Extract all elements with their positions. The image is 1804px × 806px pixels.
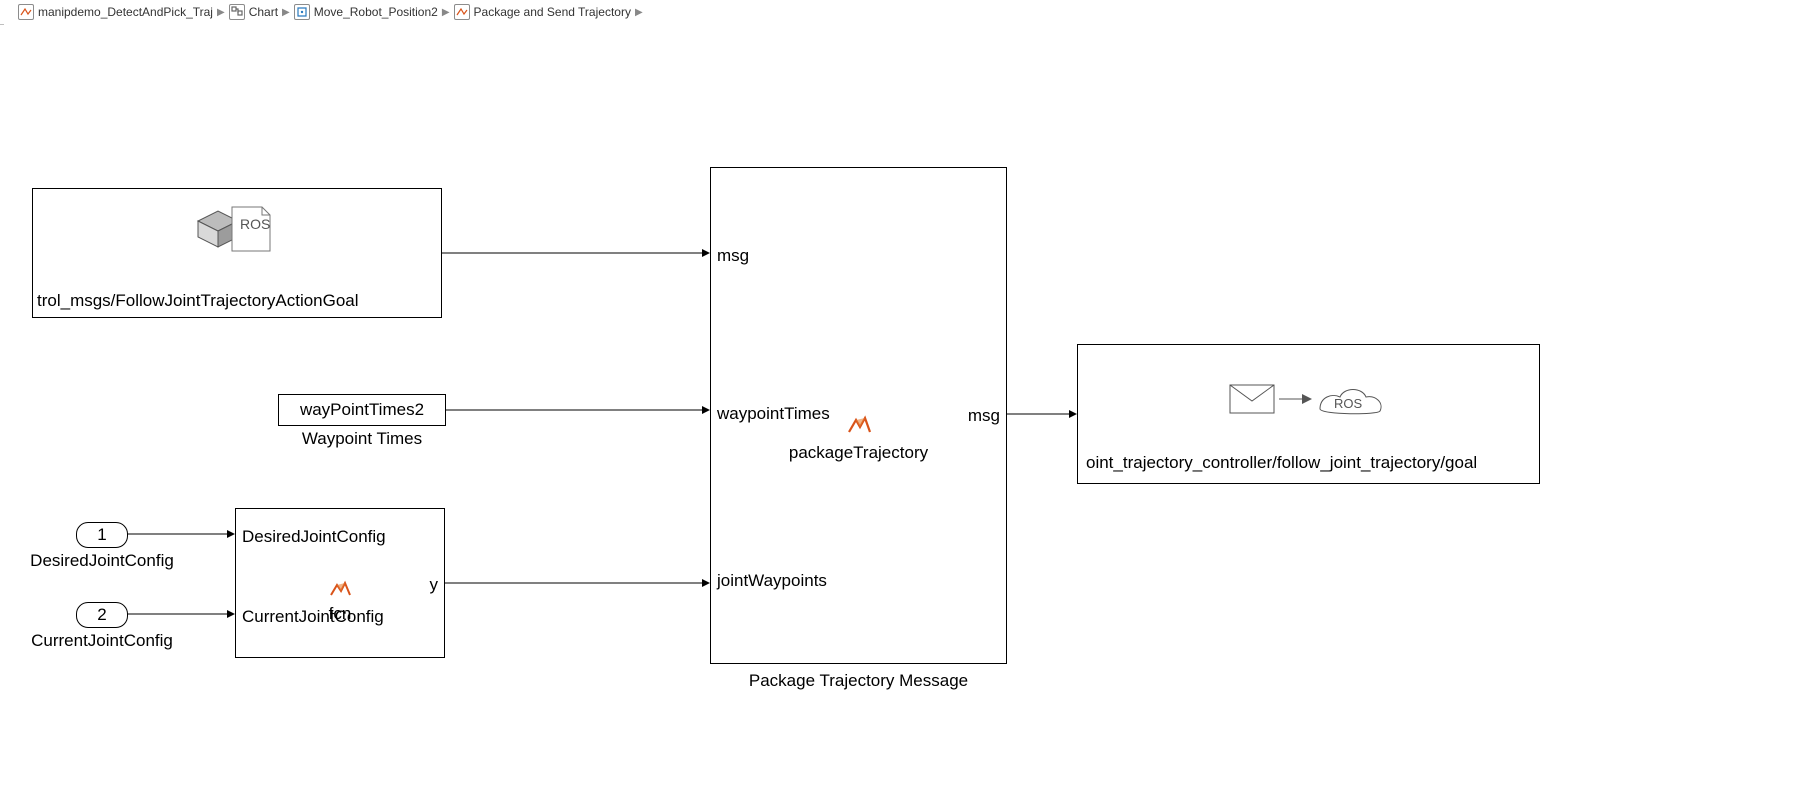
matlab-icon (328, 579, 352, 599)
inport-1-label: DesiredJointConfig (22, 551, 182, 571)
package-trajectory-title: Package Trajectory Message (710, 671, 1007, 691)
ros-msg-caption: trol_msgs/FollowJointTrajectoryActionGoa… (37, 291, 359, 311)
ros-publish-topic: oint_trajectory_controller/follow_joint_… (1086, 453, 1477, 473)
simulink-editor-canvas: manipdemo_DetectAndPick_Traj ▶ Chart ▶ M… (0, 0, 1804, 806)
package-trajectory-block[interactable]: msg waypointTimes jointWaypoints msg pac… (710, 167, 1007, 664)
breadcrumb-item-0[interactable]: manipdemo_DetectAndPick_Traj (18, 2, 213, 22)
inport-1[interactable]: 1 (76, 522, 128, 548)
breadcrumb-label: Move_Robot_Position2 (314, 5, 438, 19)
chart-icon (229, 4, 245, 20)
pkg-inport-jointwaypoints: jointWaypoints (717, 571, 827, 591)
breadcrumb: manipdemo_DetectAndPick_Traj ▶ Chart ▶ M… (0, 0, 1804, 25)
inport-2-label: CurrentJointConfig (22, 631, 182, 651)
chevron-right-icon: ▶ (635, 7, 643, 18)
subsystem-icon (454, 4, 470, 20)
breadcrumb-label: Chart (249, 5, 278, 19)
svg-text:ROS: ROS (1334, 396, 1363, 411)
chevron-right-icon: ▶ (282, 7, 290, 18)
waypoint-times-title: Waypoint Times (278, 429, 446, 449)
fcn-icon-area: fcn (236, 579, 444, 624)
subsystem-icon (294, 4, 310, 20)
inport-2[interactable]: 2 (76, 602, 128, 628)
ros-publish-block[interactable]: ROS oint_trajectory_controller/follow_jo… (1077, 344, 1540, 484)
ros-msg-icon: ROS (192, 199, 282, 264)
matlab-icon (846, 414, 872, 436)
breadcrumb-label: Package and Send Trajectory (474, 5, 631, 19)
chevron-right-icon: ▶ (217, 7, 225, 18)
breadcrumb-item-2[interactable]: Move_Robot_Position2 (294, 2, 438, 22)
inport-2-num: 2 (97, 605, 106, 625)
fcn-name: fcn (236, 604, 444, 624)
inport-1-num: 1 (97, 525, 106, 545)
breadcrumb-item-3[interactable]: Package and Send Trajectory (454, 2, 631, 22)
breadcrumb-item-1[interactable]: Chart (229, 2, 278, 22)
ros-blank-msg-block[interactable]: ROS trol_msgs/FollowJointTrajectoryActio… (32, 188, 442, 318)
ros-publish-icon: ROS (1224, 375, 1394, 428)
ros-label: ROS (240, 216, 270, 232)
waypoint-times-block[interactable]: wayPointTimes2 (278, 394, 446, 426)
breadcrumb-label: manipdemo_DetectAndPick_Traj (38, 5, 213, 19)
palette-strip[interactable] (4, 24, 23, 806)
waypoint-times-value: wayPointTimes2 (300, 400, 424, 420)
chevron-right-icon: ▶ (442, 7, 450, 18)
diagram-canvas[interactable]: ROS trol_msgs/FollowJointTrajectoryActio… (22, 24, 1804, 806)
fcn-inport-1: DesiredJointConfig (242, 527, 386, 547)
model-icon (18, 4, 34, 20)
pkg-icon-area: packageTrajectory (711, 414, 1006, 463)
pkg-name: packageTrajectory (711, 443, 1006, 463)
matlab-fcn-block[interactable]: DesiredJointConfig CurrentJointConfig y … (235, 508, 445, 658)
pkg-inport-msg: msg (717, 246, 749, 266)
